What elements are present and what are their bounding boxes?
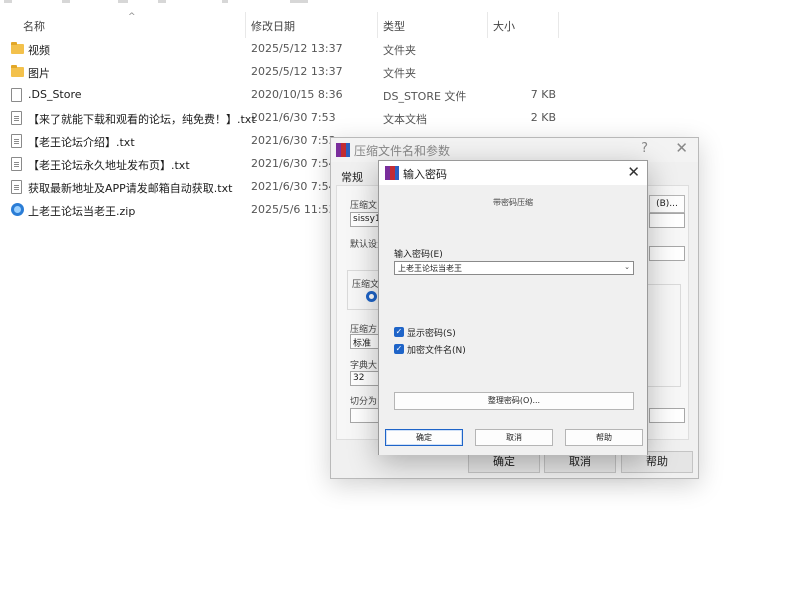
file-date: 2025/5/12 13:37 — [251, 42, 343, 55]
folder-icon — [11, 42, 24, 56]
cancel-button[interactable]: 取消 — [475, 429, 553, 446]
update-mode-select[interactable] — [649, 213, 685, 228]
column-divider[interactable] — [487, 12, 488, 38]
close-icon[interactable]: ✕ — [627, 163, 640, 181]
text-file-icon — [11, 180, 24, 194]
browse-button[interactable]: (B)... — [649, 195, 685, 213]
file-row[interactable]: 【来了就能下载和观看的论坛，纯免费！】.txt 2021/6/30 7:53 文… — [0, 107, 800, 130]
column-name[interactable]: 名称 — [23, 18, 45, 34]
password-dialog-title: 输入密码 — [403, 168, 447, 181]
help-button[interactable]: 帮助 — [565, 429, 643, 446]
column-date[interactable]: 修改日期 — [251, 18, 295, 34]
toolbar-fragment — [4, 0, 12, 3]
file-date: 2021/6/30 7:53 — [251, 111, 336, 124]
file-date: 2025/5/6 11:53 — [251, 203, 336, 216]
file-icon — [11, 88, 24, 102]
toolbar-fragment — [62, 0, 70, 3]
column-header: ^ 名称 修改日期 类型 大小 — [0, 12, 800, 38]
file-name: 上老王论坛当老王.zip — [28, 205, 136, 218]
password-dialog-titlebar[interactable]: 输入密码 ✕ — [379, 161, 647, 185]
show-password-label: 显示密码(S) — [407, 329, 456, 339]
file-size: 2 KB — [530, 111, 556, 124]
password-dialog-body: 带密码压缩 输入密码(E) 上老王论坛当老王 ⌄ ✓ 显示密码(S) ✓ 加密文… — [379, 185, 647, 429]
password-value: 上老王论坛当老王 — [398, 264, 462, 273]
file-name: 图片 — [28, 67, 50, 80]
chevron-down-icon[interactable]: ⌄ — [624, 263, 630, 271]
toolbar-fragment — [290, 0, 308, 3]
archive-dialog-title: 压缩文件名和参数 — [354, 144, 451, 158]
file-name: 【来了就能下载和观看的论坛，纯免费！】.txt — [28, 113, 256, 126]
format-radio[interactable] — [366, 291, 377, 302]
sort-ascending-icon: ^ — [128, 12, 136, 22]
winrar-icon — [385, 166, 399, 180]
file-name: 视频 — [28, 44, 50, 57]
file-row[interactable]: 视频 2025/5/12 13:37 文件夹 — [0, 38, 800, 61]
column-divider[interactable] — [377, 12, 378, 38]
zip-icon — [11, 203, 24, 217]
column-type[interactable]: 类型 — [383, 18, 405, 34]
format-label: 压缩文 — [352, 280, 380, 290]
file-type: 文件夹 — [383, 67, 416, 80]
password-label: 输入密码(E) — [394, 250, 443, 260]
file-date: 2025/5/12 13:37 — [251, 65, 343, 78]
column-divider[interactable] — [245, 12, 246, 38]
help-icon[interactable]: ? — [641, 141, 648, 156]
close-icon[interactable]: ✕ — [675, 139, 688, 157]
winrar-icon — [336, 143, 350, 157]
file-row[interactable]: .DS_Store 2020/10/15 8:36 DS_STORE 文件 7 … — [0, 84, 800, 107]
file-name: .DS_Store — [28, 88, 82, 101]
tab-general[interactable]: 常规 — [341, 169, 363, 185]
file-type: 文件夹 — [383, 44, 416, 57]
show-password-checkbox[interactable]: ✓ — [394, 327, 404, 337]
parameters-field[interactable] — [649, 408, 685, 423]
text-file-icon — [11, 134, 24, 148]
toolbar-strip — [0, 0, 800, 10]
toolbar-fragment — [158, 0, 166, 3]
file-type: DS_STORE 文件 — [383, 90, 467, 103]
file-name: 【老王论坛永久地址发布页】.txt — [28, 159, 190, 172]
column-divider[interactable] — [558, 12, 559, 38]
dictionary-label: 字典大 — [350, 361, 378, 371]
split-label: 切分为 — [350, 397, 378, 407]
column-size[interactable]: 大小 — [493, 18, 515, 34]
password-dialog-footer: 确定 取消 帮助 — [379, 429, 647, 455]
password-input[interactable]: 上老王论坛当老王 ⌄ — [394, 261, 634, 275]
archive-dialog-titlebar[interactable]: 压缩文件名和参数 ? ✕ — [331, 138, 698, 162]
file-size: 7 KB — [530, 88, 556, 101]
password-caption: 带密码压缩 — [493, 198, 533, 207]
text-file-icon — [11, 157, 24, 171]
encrypt-names-checkbox[interactable]: ✓ — [394, 344, 404, 354]
text-file-icon — [11, 111, 24, 125]
ok-button[interactable]: 确定 — [385, 429, 463, 446]
folder-icon — [11, 65, 24, 79]
toolbar-fragment — [118, 0, 128, 3]
file-name: 获取最新地址及APP请发邮箱自动获取.txt — [28, 182, 233, 195]
organize-passwords-button[interactable]: 整理密码(O)... — [394, 392, 634, 410]
file-date: 2021/6/30 7:54 — [251, 157, 336, 170]
file-date: 2021/6/30 7:54 — [251, 180, 336, 193]
file-name: 【老王论坛介绍】.txt — [28, 136, 135, 149]
archive-name-label: 压缩文 — [350, 201, 378, 211]
profile-select[interactable] — [649, 246, 685, 261]
file-type: 文本文档 — [383, 113, 427, 126]
file-row[interactable]: 图片 2025/5/12 13:37 文件夹 — [0, 61, 800, 84]
password-dialog: 输入密码 ✕ 带密码压缩 输入密码(E) 上老王论坛当老王 ⌄ ✓ 显示密码(S… — [378, 160, 648, 455]
file-date: 2020/10/15 8:36 — [251, 88, 343, 101]
toolbar-fragment — [222, 0, 228, 3]
file-date: 2021/6/30 7:53 — [251, 134, 336, 147]
encrypt-names-label: 加密文件名(N) — [407, 346, 466, 356]
